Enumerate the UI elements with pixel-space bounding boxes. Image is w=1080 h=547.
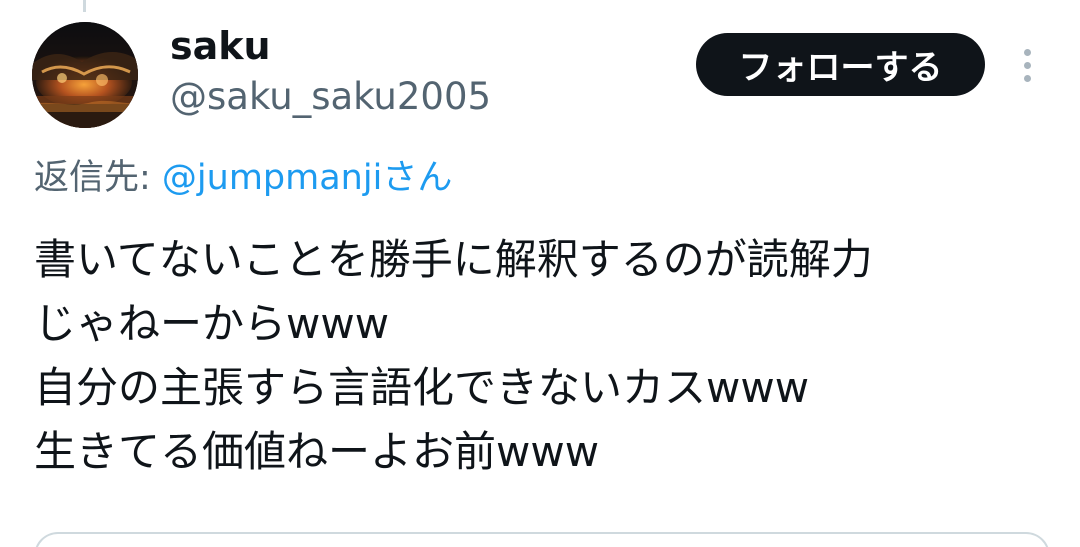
tweet-page: saku @saku_saku2005 フォローする 返信先: @jumpman… <box>0 0 1080 547</box>
follow-button[interactable]: フォローする <box>696 33 985 96</box>
more-dot <box>1023 74 1031 82</box>
embedded-media-card[interactable] <box>34 532 1050 547</box>
more-vertical-icon[interactable] <box>1010 40 1044 90</box>
tweet-line: 生きてる価値ねーよお前www <box>34 427 600 476</box>
reply-context: 返信先: @jumpmanjiさん <box>34 154 452 202</box>
user-handle[interactable]: @saku_saku2005 <box>170 74 491 120</box>
more-dot <box>1023 61 1031 69</box>
avatar-night-garden-image <box>32 22 138 128</box>
user-display-name[interactable]: saku <box>170 22 271 70</box>
reply-prefix: 返信先: <box>34 158 162 198</box>
tweet-text: 書いてないことを勝手に解釈するのが読解力 じゃねーからwww 自分の主張すら言語… <box>34 228 1064 484</box>
thread-connector-line <box>83 0 86 12</box>
reply-target-link[interactable]: @jumpmanjiさん <box>162 158 452 198</box>
tweet-line: 書いてないことを勝手に解釈するのが読解力 <box>34 235 873 284</box>
avatar[interactable] <box>32 22 138 128</box>
tweet-line: じゃねーからwww <box>34 299 390 348</box>
more-dot <box>1023 48 1031 56</box>
tweet-line: 自分の主張すら言語化できないカスwww <box>34 363 810 412</box>
